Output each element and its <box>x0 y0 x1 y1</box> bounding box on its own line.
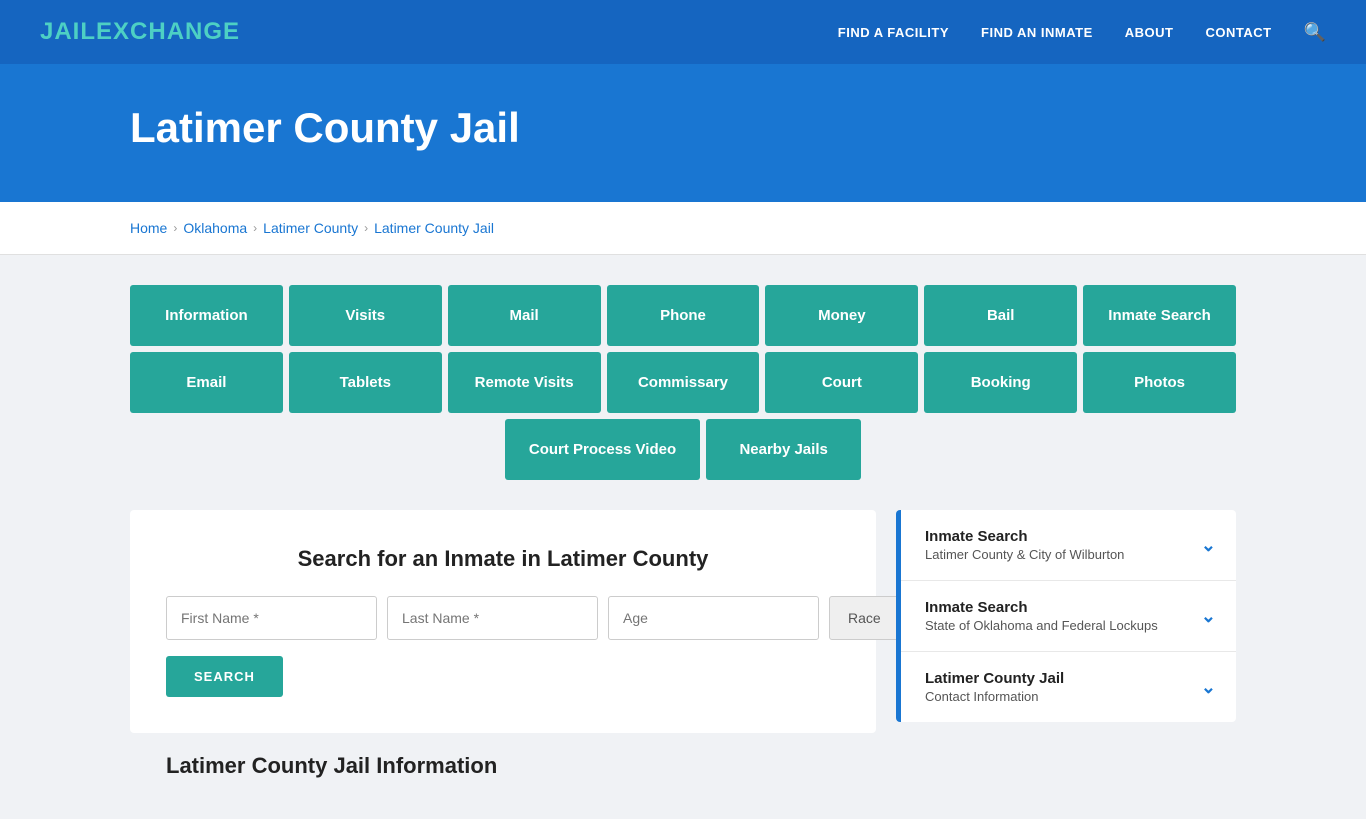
sidebar-card: Inmate Search Latimer County & City of W… <box>896 510 1236 722</box>
first-name-input[interactable] <box>166 596 377 640</box>
section-title: Latimer County Jail Information <box>130 733 876 779</box>
btn-remote-visits[interactable]: Remote Visits <box>448 352 601 413</box>
btn-phone[interactable]: Phone <box>607 285 760 346</box>
btn-information[interactable]: Information <box>130 285 283 346</box>
btn-nearby-jails[interactable]: Nearby Jails <box>706 419 861 480</box>
search-icon[interactable]: 🔍 <box>1304 22 1326 43</box>
breadcrumb-home[interactable]: Home <box>130 220 167 236</box>
button-grid-row3: Court Process Video Nearby Jails <box>130 419 1236 480</box>
btn-court-process-video[interactable]: Court Process Video <box>505 419 700 480</box>
btn-email[interactable]: Email <box>130 352 283 413</box>
sidebar-item-2-sub: State of Oklahoma and Federal Lockups <box>925 618 1158 633</box>
logo[interactable]: JAILEXCHANGE <box>40 18 240 46</box>
main-content: Information Visits Mail Phone Money Bail… <box>0 255 1366 819</box>
nav-about[interactable]: ABOUT <box>1125 25 1174 40</box>
sidebar-item-1-sub: Latimer County & City of Wilburton <box>925 547 1124 562</box>
button-grid-row2: Email Tablets Remote Visits Commissary C… <box>130 352 1236 413</box>
sidebar: Inmate Search Latimer County & City of W… <box>896 510 1236 722</box>
breadcrumb-current: Latimer County Jail <box>374 220 494 236</box>
sidebar-item-3[interactable]: Latimer County Jail Contact Information … <box>901 652 1236 722</box>
btn-money[interactable]: Money <box>765 285 918 346</box>
breadcrumb-sep-2: › <box>253 221 257 235</box>
nav-find-facility[interactable]: FIND A FACILITY <box>838 25 949 40</box>
btn-bail[interactable]: Bail <box>924 285 1077 346</box>
btn-visits[interactable]: Visits <box>289 285 442 346</box>
breadcrumb: Home › Oklahoma › Latimer County › Latim… <box>0 202 1366 255</box>
btn-tablets[interactable]: Tablets <box>289 352 442 413</box>
search-button[interactable]: SEARCH <box>166 656 283 697</box>
sidebar-item-2-text: Inmate Search State of Oklahoma and Fede… <box>925 599 1158 633</box>
nav-find-inmate[interactable]: FIND AN INMATE <box>981 25 1093 40</box>
btn-booking[interactable]: Booking <box>924 352 1077 413</box>
breadcrumb-sep-3: › <box>364 221 368 235</box>
page-title: Latimer County Jail <box>130 104 1236 152</box>
sidebar-item-3-text: Latimer County Jail Contact Information <box>925 670 1064 704</box>
sidebar-item-1-title: Inmate Search <box>925 528 1124 545</box>
breadcrumb-sep-1: › <box>173 221 177 235</box>
chevron-down-icon-1: ⌄ <box>1201 535 1216 556</box>
btn-court[interactable]: Court <box>765 352 918 413</box>
search-title: Search for an Inmate in Latimer County <box>166 546 840 572</box>
breadcrumb-latimer-county[interactable]: Latimer County <box>263 220 358 236</box>
btn-photos[interactable]: Photos <box>1083 352 1236 413</box>
btn-inmate-search[interactable]: Inmate Search <box>1083 285 1236 346</box>
chevron-down-icon-2: ⌄ <box>1201 606 1216 627</box>
button-grid-row1: Information Visits Mail Phone Money Bail… <box>130 285 1236 346</box>
header: JAILEXCHANGE FIND A FACILITY FIND AN INM… <box>0 0 1366 64</box>
hero-section: Latimer County Jail <box>0 64 1366 202</box>
logo-jail: JAIL <box>40 18 96 45</box>
nav-contact[interactable]: CONTACT <box>1205 25 1271 40</box>
search-form-row1: Race White Black Hispanic Asian Other <box>166 596 840 640</box>
content-row: Search for an Inmate in Latimer County R… <box>130 510 1236 779</box>
age-input[interactable] <box>608 596 819 640</box>
sidebar-item-2[interactable]: Inmate Search State of Oklahoma and Fede… <box>901 581 1236 652</box>
btn-commissary[interactable]: Commissary <box>607 352 760 413</box>
sidebar-item-1[interactable]: Inmate Search Latimer County & City of W… <box>901 510 1236 581</box>
nav: FIND A FACILITY FIND AN INMATE ABOUT CON… <box>838 22 1326 43</box>
btn-mail[interactable]: Mail <box>448 285 601 346</box>
logo-exchange: EXCHANGE <box>96 18 240 45</box>
sidebar-item-1-text: Inmate Search Latimer County & City of W… <box>925 528 1124 562</box>
left-column: Search for an Inmate in Latimer County R… <box>130 510 876 779</box>
breadcrumb-oklahoma[interactable]: Oklahoma <box>183 220 247 236</box>
sidebar-item-3-title: Latimer County Jail <box>925 670 1064 687</box>
last-name-input[interactable] <box>387 596 598 640</box>
sidebar-item-2-title: Inmate Search <box>925 599 1158 616</box>
chevron-down-icon-3: ⌄ <box>1201 677 1216 698</box>
sidebar-item-3-sub: Contact Information <box>925 689 1064 704</box>
inmate-search-box: Search for an Inmate in Latimer County R… <box>130 510 876 733</box>
